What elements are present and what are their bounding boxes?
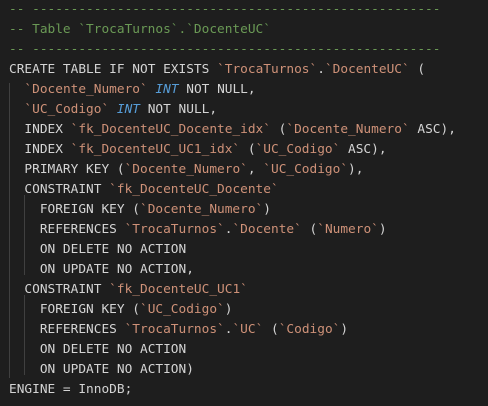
code-token: (: [240, 142, 256, 157]
code-token: NO ACTION,: [116, 262, 194, 277]
code-token: `Numero`: [317, 222, 379, 237]
code-line[interactable]: CREATE TABLE IF NOT EXISTS `TrocaTurnos`…: [9, 60, 425, 80]
code-token: NO ACTION): [116, 362, 194, 377]
code-line[interactable]: `Docente_Numero` INT NOT NULL,: [9, 80, 256, 100]
code-line[interactable]: INDEX `fk_DocenteUC_Docente_idx` (`Docen…: [9, 120, 456, 140]
code-token: (: [263, 322, 279, 337]
code-token: `Docente`: [232, 222, 302, 237]
code-token: ASC),: [409, 122, 456, 137]
code-token: ): [263, 202, 271, 217]
code-line[interactable]: CONSTRAINT `fk_DocenteUC_UC1`: [9, 280, 248, 300]
code-token: .: [317, 62, 325, 77]
code-line[interactable]: PRIMARY KEY (`Docente_Numero`, `UC_Codig…: [9, 160, 363, 180]
code-token: `Codigo`: [278, 322, 341, 337]
code-token: ,: [247, 162, 264, 177]
code-token: (: [270, 122, 287, 137]
code-token: FOREIGN KEY (: [9, 202, 140, 217]
code-line[interactable]: FOREIGN KEY (`Docente_Numero`): [9, 200, 271, 220]
code-line[interactable]: ON DELETE NO ACTION: [9, 240, 186, 260]
code-token: -- Table `TrocaTurnos`.`DocenteUC`: [9, 22, 271, 37]
code-token: ON UPDATE: [9, 262, 117, 277]
code-token: (: [409, 62, 426, 77]
code-token: IF NOT EXISTS: [109, 62, 210, 77]
code-token: ),: [348, 162, 364, 177]
code-token: CREATE TABLE: [9, 62, 110, 77]
code-token: `Docente_Numero`: [286, 122, 410, 137]
code-token: ON UPDATE: [9, 362, 117, 377]
code-line[interactable]: `UC_Codigo` INT NOT NULL,: [9, 100, 217, 120]
code-token: ASC),: [340, 142, 387, 157]
code-token: ON DELETE: [9, 342, 117, 357]
code-token: -- -------------------------------------…: [9, 42, 441, 57]
code-line[interactable]: -- Table `TrocaTurnos`.`DocenteUC`: [9, 20, 271, 40]
code-token: NOT NULL,: [178, 82, 256, 97]
code-token: `TrocaTurnos`: [124, 222, 225, 237]
code-line[interactable]: INDEX `fk_DocenteUC_UC1_idx` (`UC_Codigo…: [9, 140, 387, 160]
code-token: REFERENCES: [9, 322, 125, 337]
code-editor[interactable]: -- -------------------------------------…: [0, 0, 488, 406]
code-token: INDEX: [9, 122, 71, 137]
code-token: NO ACTION: [116, 342, 187, 357]
code-line[interactable]: REFERENCES `TrocaTurnos`.`UC` (`Codigo`): [9, 320, 348, 340]
code-token: ): [224, 302, 233, 317]
code-token: (: [301, 222, 318, 237]
code-token: -- -------------------------------------…: [9, 2, 441, 17]
code-token: `UC`: [232, 322, 264, 337]
code-token: `UC_Codigo`: [24, 102, 110, 117]
code-line[interactable]: ON UPDATE NO ACTION,: [9, 260, 194, 280]
code-token: CONSTRAINT: [9, 182, 110, 197]
code-token: ENGINE = InnoDB;: [9, 382, 133, 397]
code-token: INDEX: [9, 142, 71, 157]
code-token: `DocenteUC`: [324, 62, 410, 77]
code-token: INT: [155, 82, 179, 97]
code-token: `UC_Codigo`: [139, 302, 225, 317]
code-token: `UC_Codigo`: [255, 142, 341, 157]
code-token: `fk_DocenteUC_Docente_idx`: [70, 122, 271, 137]
code-token: `Docente_Numero`: [124, 162, 248, 177]
code-token: ): [378, 222, 387, 237]
code-token: ON DELETE: [9, 242, 117, 257]
code-line[interactable]: CONSTRAINT `fk_DocenteUC_Docente`: [9, 180, 279, 200]
code-token: `Docente_Numero`: [24, 82, 148, 97]
code-token: `fk_DocenteUC_Docente`: [109, 182, 279, 197]
code-line[interactable]: ON UPDATE NO ACTION): [9, 360, 194, 380]
code-token: `fk_DocenteUC_UC1`: [109, 282, 248, 297]
code-token: `TrocaTurnos`: [124, 322, 225, 337]
code-token: FOREIGN KEY (: [9, 302, 140, 317]
code-token: ): [340, 322, 349, 337]
code-token: PRIMARY KEY (: [9, 162, 125, 177]
code-token: NOT NULL,: [140, 102, 218, 117]
code-token: INT: [116, 102, 141, 117]
code-line[interactable]: REFERENCES `TrocaTurnos`.`Docente` (`Num…: [9, 220, 387, 240]
code-line[interactable]: ON DELETE NO ACTION: [9, 340, 186, 360]
code-token: NO ACTION: [116, 242, 187, 257]
code-token: `Docente_Numero`: [139, 202, 264, 217]
code-line[interactable]: -- -------------------------------------…: [9, 40, 440, 60]
code-line[interactable]: FOREIGN KEY (`UC_Codigo`): [9, 300, 233, 320]
code-line[interactable]: -- -------------------------------------…: [9, 0, 440, 20]
code-token: `TrocaTurnos`: [217, 62, 318, 77]
code-token: CONSTRAINT: [9, 282, 110, 297]
code-token: REFERENCES: [9, 222, 125, 237]
code-token: `UC_Codigo`: [263, 162, 349, 177]
code-line[interactable]: ENGINE = InnoDB;: [9, 380, 132, 400]
code-token: `fk_DocenteUC_UC1_idx`: [70, 142, 241, 157]
